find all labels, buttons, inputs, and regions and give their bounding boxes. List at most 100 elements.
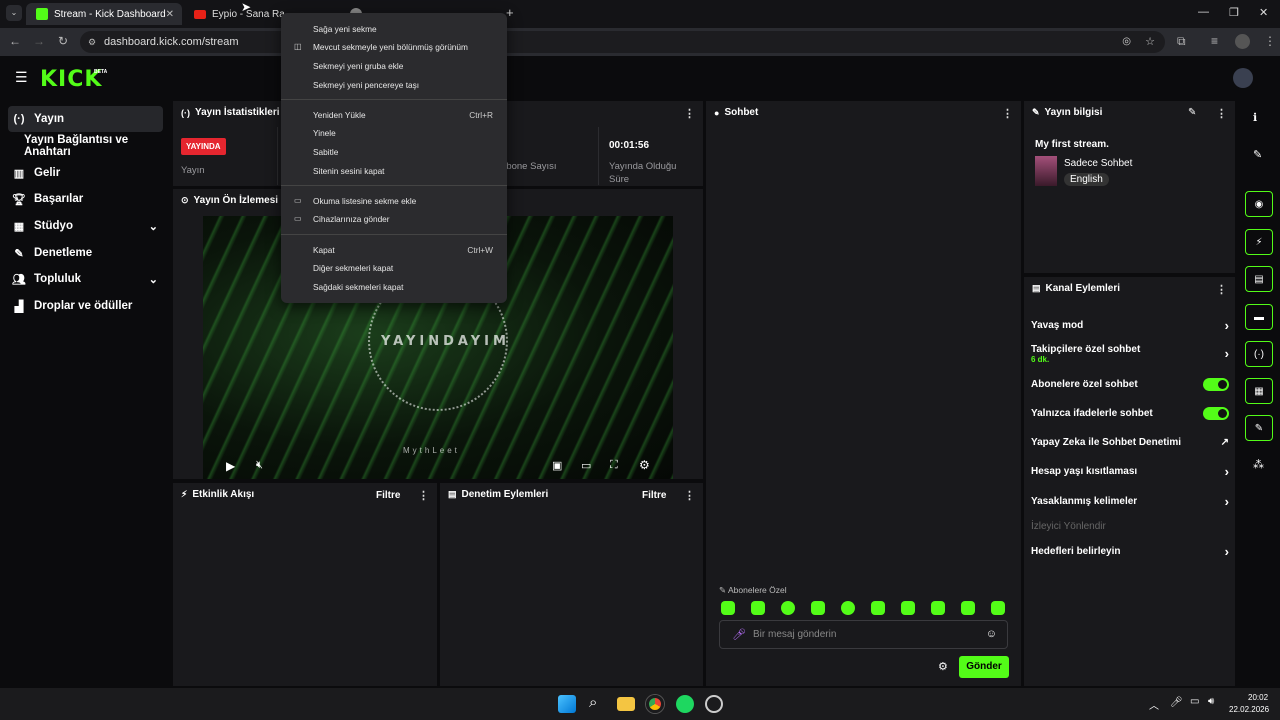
message-input[interactable]: 🎤︎ Bir mesaj gönderin ☺ [719,620,1008,649]
notes-button[interactable]: ▤ [1245,266,1273,292]
settings-icon[interactable]: ⚙ [639,458,650,472]
tab-close-icon[interactable]: ✕ [166,9,174,20]
window-close-icon[interactable]: ✕ [1259,6,1268,19]
edit-icon[interactable]: ✎ [1253,148,1262,161]
site-info-icon[interactable]: ⚙ [88,31,96,53]
menu-item-reading-list[interactable]: ▭ Okuma listesine sekme ekle [281,192,507,210]
menu-item-send-to-devices[interactable]: ▭ Cihazlarınıza gönder [281,210,507,228]
microphone-icon[interactable]: 🎤︎ [1170,697,1183,708]
microphone-icon[interactable]: 🎤︎ [732,628,746,641]
menu-item-close-right[interactable]: Sağdaki sekmeleri kapat [281,278,507,296]
more-options-icon[interactable]: ⋮ [1002,107,1013,120]
new-tab-icon[interactable]: + [506,5,514,20]
emote-icon[interactable] [901,601,915,615]
fullscreen-icon[interactable]: ⛶ [610,459,618,472]
sidebar-item-denetleme[interactable]: ✎ Denetleme [8,240,163,266]
ai-moderation-row[interactable]: Yapay Zeka ile Sohbet Denetimi ↗ [1031,432,1229,452]
search-icon[interactable]: ⌕ [589,694,597,711]
menu-item-reload[interactable]: Yeniden Yükle Ctrl+R [281,106,507,124]
banned-words-row[interactable]: Yasaklanmış kelimeler › [1031,491,1229,511]
edit-pencil-icon[interactable]: ✎ [1188,107,1196,118]
emoji-icon[interactable]: ☺ [986,628,997,640]
broadcast-button[interactable]: (·) [1245,341,1273,367]
shapes-icon[interactable]: ⁂ [1253,458,1264,471]
sidebar-item-basarilar[interactable]: 🏆︎ Başarılar [8,186,163,212]
network-icon[interactable]: ▭ [1190,696,1199,707]
menu-item-add-to-group[interactable]: Sekmeyi yeni gruba ekle [281,57,507,75]
menu-item-mute-site[interactable]: Sitenin sesini kapat [281,162,507,180]
filter-button[interactable]: Filtre [376,490,400,501]
theater-icon[interactable]: ▭ [581,459,591,472]
tab-kick-dashboard[interactable]: Stream - Kick Dashboard ✕ [26,3,182,25]
sidebar-item-studyo[interactable]: ▦ Stüdyo ⌄ [8,213,163,239]
emote-icon[interactable] [841,601,855,615]
hamburger-menu-icon[interactable]: ☰ [15,69,28,86]
restore-icon[interactable]: ❐ [1229,6,1239,19]
set-goals-row[interactable]: Hedefleri belirleyin › [1031,541,1229,561]
spotify-icon[interactable] [676,695,694,713]
subscribers-chat-toggle[interactable] [1203,377,1229,391]
emote-icon[interactable] [931,601,945,615]
emote-icon[interactable] [961,601,975,615]
send-button[interactable]: Gönder [959,656,1009,678]
followers-chat-row[interactable]: Takipçilere özel sohbet 6 dk. › [1031,344,1229,366]
more-options-icon[interactable]: ⋮ [684,107,695,120]
reload-icon[interactable]: ↻ [58,34,68,48]
sidebar-item-topluluk[interactable]: 👥︎ Topluluk ⌄ [8,266,163,292]
sidebar-item-stream-key[interactable]: Yayın Bağlantısı ve Anahtarı [8,133,163,159]
chevron-up-icon[interactable]: ︿ [1149,697,1159,712]
chat-settings-icon[interactable]: ⚙ [938,660,948,673]
forward-icon[interactable]: → [33,34,45,48]
tools-button[interactable]: ✎ [1245,415,1273,441]
file-explorer-icon[interactable] [617,697,635,711]
emote-icon[interactable] [781,601,795,615]
slow-mode-row[interactable]: Yavaş mod › [1031,315,1229,335]
emote-icon[interactable] [871,601,885,615]
user-avatar[interactable] [1233,68,1253,88]
extensions-icon[interactable]: ⧉ [1177,34,1186,49]
more-options-icon[interactable]: ⋮ [684,489,695,502]
filter-button[interactable]: Filtre [642,490,666,501]
info-icon[interactable]: ℹ [1253,111,1257,124]
volume-icon[interactable]: 🔊︎ [1208,696,1214,707]
windows-start-icon[interactable] [558,695,576,713]
app-icon[interactable] [705,695,723,713]
menu-item-close-others[interactable]: Diğer sekmeleri kapat [281,259,507,277]
media-icon[interactable]: ≡ [1211,34,1218,48]
menu-item-move-to-window[interactable]: Sekmeyi yeni pencereye taşı [281,76,507,94]
sidebar-item-gelir[interactable]: ▥ Gelir [8,160,163,186]
emote-icon[interactable] [721,601,735,615]
emotes-chat-toggle[interactable] [1203,406,1229,420]
clock-time[interactable]: 20:02 [1248,693,1268,702]
eye-off-icon[interactable]: ◎ [1122,31,1131,53]
mute-icon[interactable]: 🔇︎ [256,459,263,472]
more-options-icon[interactable]: ⋮ [1216,283,1227,296]
play-icon[interactable]: ▶ [226,459,235,473]
address-bar[interactable]: ⚙ dashboard.kick.com/stream ◎ ☆ [80,31,1165,53]
sidebar-item-yayin[interactable]: (·) Yayın [8,106,163,132]
menu-item-duplicate[interactable]: Yinele [281,124,507,142]
tab-search-icon[interactable]: ⌄ [6,5,22,21]
menu-item-pin[interactable]: Sabitle [281,143,507,161]
chat-bubble-button[interactable]: ▬ [1245,304,1273,330]
menu-item-split-view[interactable]: ◫ Mevcut sekmeyle yeni bölünmüş görünüm [281,38,507,56]
profile-avatar[interactable] [1235,34,1250,49]
bookmark-star-icon[interactable]: ☆ [1145,31,1155,53]
emote-icon[interactable] [991,601,1005,615]
screenshot-button[interactable]: ◉ [1245,191,1273,217]
menu-item-new-tab-right[interactable]: Sağa yeni sekme [281,20,507,38]
layout-button[interactable]: ▦ [1245,378,1273,404]
account-age-row[interactable]: Hesap yaşı kısıtlaması › [1031,461,1229,481]
minimize-icon[interactable]: — [1198,6,1209,18]
back-icon[interactable]: ← [9,34,21,48]
menu-item-close[interactable]: Kapat Ctrl+W [281,241,507,259]
pip-icon[interactable]: ▣ [552,459,562,472]
tab-youtube[interactable]: Eypio - Sana Rağmen [184,3,284,25]
emote-icon[interactable] [811,601,825,615]
sidebar-item-droplar[interactable]: ▟ Droplar ve ödüller [8,293,163,319]
more-options-icon[interactable]: ⋮ [1216,107,1227,120]
browser-menu-icon[interactable]: ⋮ [1264,34,1276,48]
more-options-icon[interactable]: ⋮ [418,489,429,502]
emote-icon[interactable] [751,601,765,615]
chrome-icon[interactable] [646,695,664,713]
